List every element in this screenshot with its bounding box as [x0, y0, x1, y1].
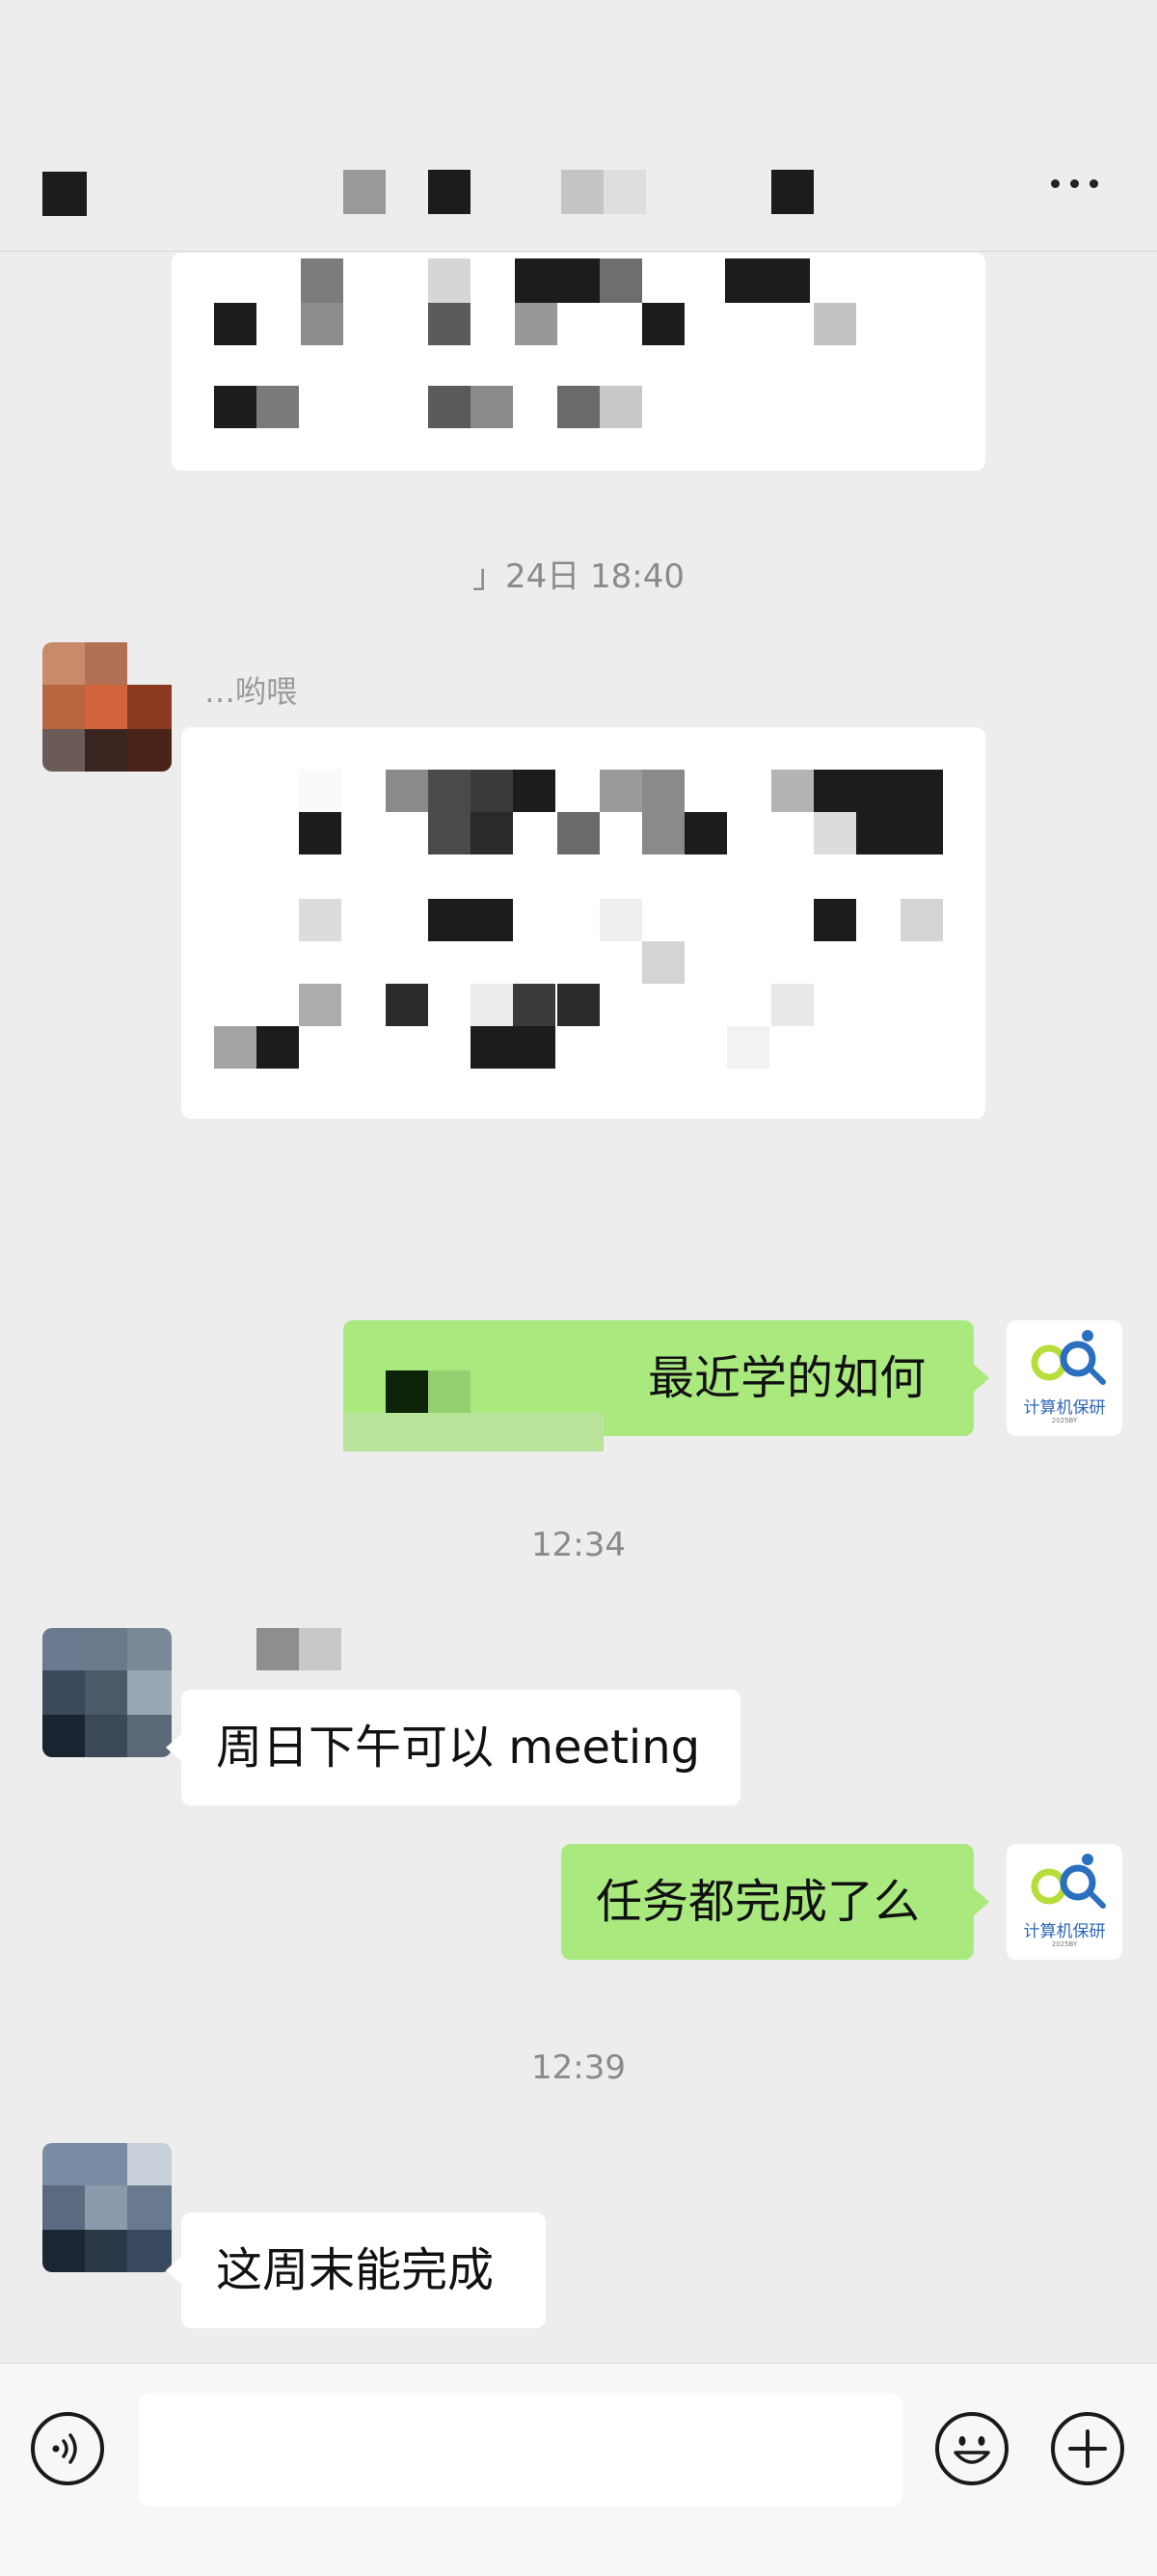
emoji-button[interactable]	[935, 2412, 1009, 2485]
plus-button[interactable]	[1051, 2412, 1124, 2485]
emoji-icon	[954, 2436, 990, 2464]
timestamp: 12:34	[531, 1526, 626, 1564]
voice-icon	[52, 2433, 77, 2464]
contact-avatar[interactable]	[42, 1628, 172, 1757]
plus-icon	[1068, 2429, 1107, 2468]
logo-icon	[1031, 1854, 1106, 1909]
timestamp: 12:39	[531, 2048, 626, 2087]
logo-text: 计算机保研	[1023, 1922, 1106, 1941]
outgoing-message-bubble[interactable]: 最近学的如何	[343, 1320, 989, 1451]
outgoing-message-bubble[interactable]: 任务都完成了么	[561, 1844, 989, 1960]
message-text: 任务都完成了么	[596, 1875, 921, 1929]
sender-name: …哟喂	[204, 673, 298, 710]
chat-header	[0, 0, 1157, 252]
message-text: 最近学的如何	[648, 1351, 927, 1405]
contact-avatar[interactable]	[42, 642, 172, 772]
back-button[interactable]	[42, 172, 87, 216]
my-avatar[interactable]: 计算机保研 2025BY	[1007, 1320, 1122, 1436]
incoming-message-bubble[interactable]: 周日下午可以 meeting	[166, 1690, 740, 1805]
timestamp: 」24日 18:40	[471, 557, 686, 596]
message-text: 这周末能完成	[216, 2243, 495, 2297]
logo-year: 2025BY	[1051, 1940, 1078, 1948]
more-button[interactable]	[1041, 154, 1109, 212]
logo-icon	[1031, 1330, 1106, 1385]
message-input[interactable]	[139, 2393, 902, 2507]
voice-button[interactable]	[31, 2412, 104, 2485]
logo-year: 2025BY	[1051, 1417, 1078, 1424]
input-bar	[0, 2363, 1157, 2576]
back-arrow-icon	[42, 172, 87, 216]
message-text: 周日下午可以 meeting	[216, 1721, 701, 1775]
incoming-message-bubble[interactable]: 这周末能完成	[166, 2212, 546, 2328]
my-avatar[interactable]: 计算机保研 2025BY	[1007, 1844, 1122, 1960]
chat-title-censored	[343, 170, 825, 216]
censored-message-card[interactable]	[172, 253, 985, 471]
contact-avatar[interactable]	[42, 2143, 172, 2272]
logo-text: 计算机保研	[1023, 1398, 1106, 1418]
censored-message-card[interactable]	[181, 727, 985, 1119]
